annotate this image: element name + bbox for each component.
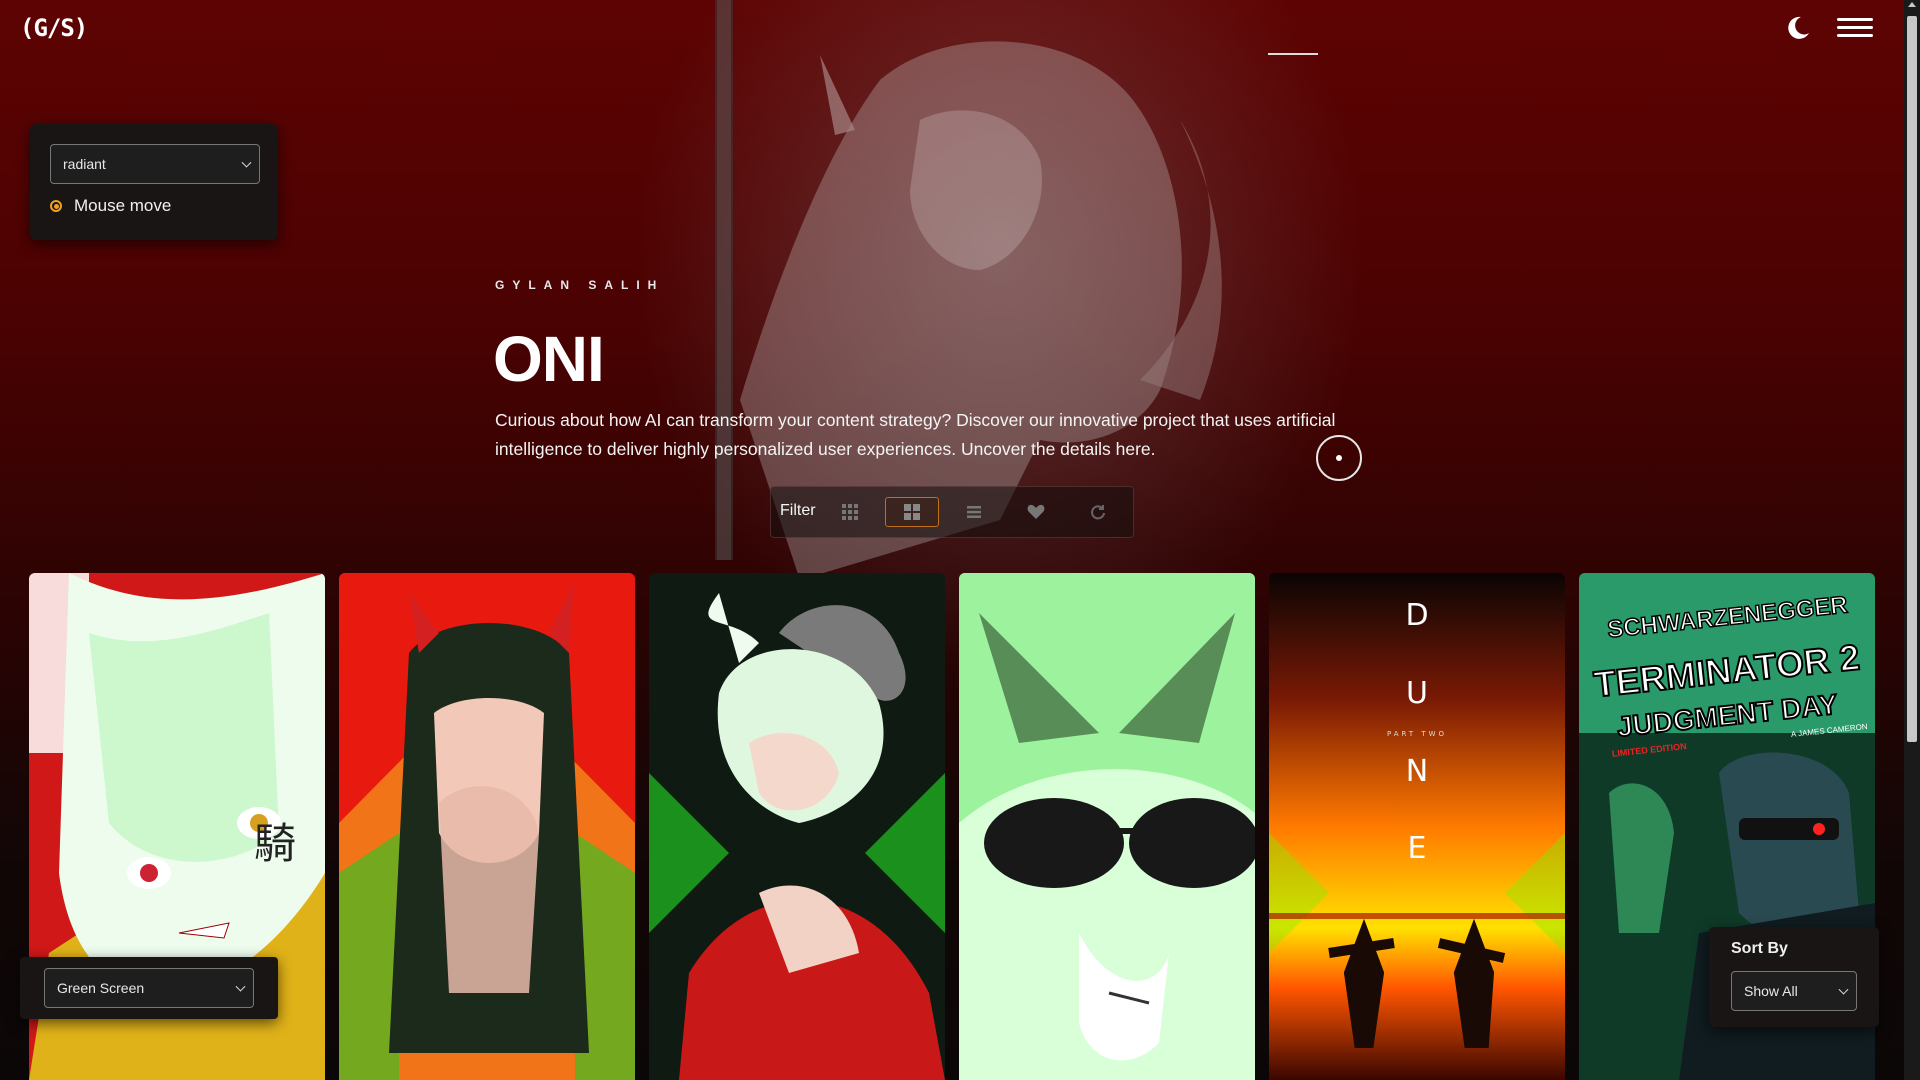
effect-select-value: radiant — [63, 156, 106, 172]
scrollbar-thumb[interactable] — [1907, 16, 1917, 742]
scroll-up-arrow-icon[interactable] — [1908, 2, 1916, 7]
site-logo[interactable]: (G/S) — [20, 14, 88, 42]
gallery-card-dune-poster[interactable]: D U PART TWO N E — [1269, 573, 1565, 1080]
author-kicker: GYLAN SALIH — [495, 278, 665, 292]
page-scrollbar[interactable] — [1904, 0, 1920, 1080]
list-view-button[interactable] — [947, 497, 1001, 527]
sort-select-value: Show All — [1744, 983, 1798, 999]
effect-settings-panel: radiant Mouse move — [30, 124, 278, 240]
background-mode-value: Green Screen — [57, 980, 145, 996]
grid-small-button[interactable] — [823, 497, 877, 527]
sort-select[interactable]: Show All — [1731, 971, 1857, 1011]
gallery-card-oni-girl[interactable] — [339, 573, 635, 1080]
grid-large-button[interactable] — [885, 497, 939, 527]
background-mode-panel: Green Screen — [20, 957, 278, 1019]
hamburger-menu-icon[interactable] — [1837, 18, 1873, 40]
sort-panel: Sort By Show All — [1709, 927, 1879, 1027]
header-divider — [1268, 53, 1318, 55]
effect-select[interactable]: radiant — [50, 144, 260, 184]
refresh-icon — [1091, 505, 1105, 520]
refresh-button[interactable] — [1071, 497, 1125, 527]
dune-letter-e: E — [1408, 831, 1427, 866]
grid-small-icon — [842, 504, 858, 520]
gallery-card-horned-girl[interactable] — [649, 573, 945, 1080]
filter-label: Filter — [780, 502, 816, 519]
moon-icon[interactable] — [1784, 14, 1812, 42]
hero-description: Curious about how AI can transform your … — [495, 410, 1336, 459]
filter-bar: Filter — [770, 486, 1134, 538]
dune-letter-u: U — [1406, 676, 1428, 711]
dune-subtitle: PART TWO — [1387, 730, 1447, 738]
cursor-circle-button[interactable] — [1316, 435, 1362, 481]
chevron-down-icon — [241, 157, 252, 168]
background-mode-select[interactable]: Green Screen — [44, 968, 254, 1008]
card-kanji: 騎 — [254, 819, 296, 868]
chevron-down-icon — [1838, 984, 1849, 995]
page-title: ONI — [493, 323, 605, 395]
mouse-move-option[interactable]: Mouse move — [50, 196, 171, 216]
favorites-button[interactable] — [1009, 497, 1063, 527]
chevron-down-icon — [235, 981, 246, 992]
mouse-move-label: Mouse move — [74, 196, 172, 215]
heart-icon — [1027, 504, 1045, 519]
sort-by-label: Sort By — [1731, 940, 1788, 957]
dune-letter-d: D — [1405, 598, 1428, 633]
grid-large-icon — [904, 504, 920, 520]
gallery-card-sunglasses-portrait[interactable] — [959, 573, 1255, 1080]
dune-letter-n: N — [1406, 754, 1428, 789]
list-icon — [967, 506, 981, 518]
radio-selected-icon[interactable] — [50, 200, 62, 212]
